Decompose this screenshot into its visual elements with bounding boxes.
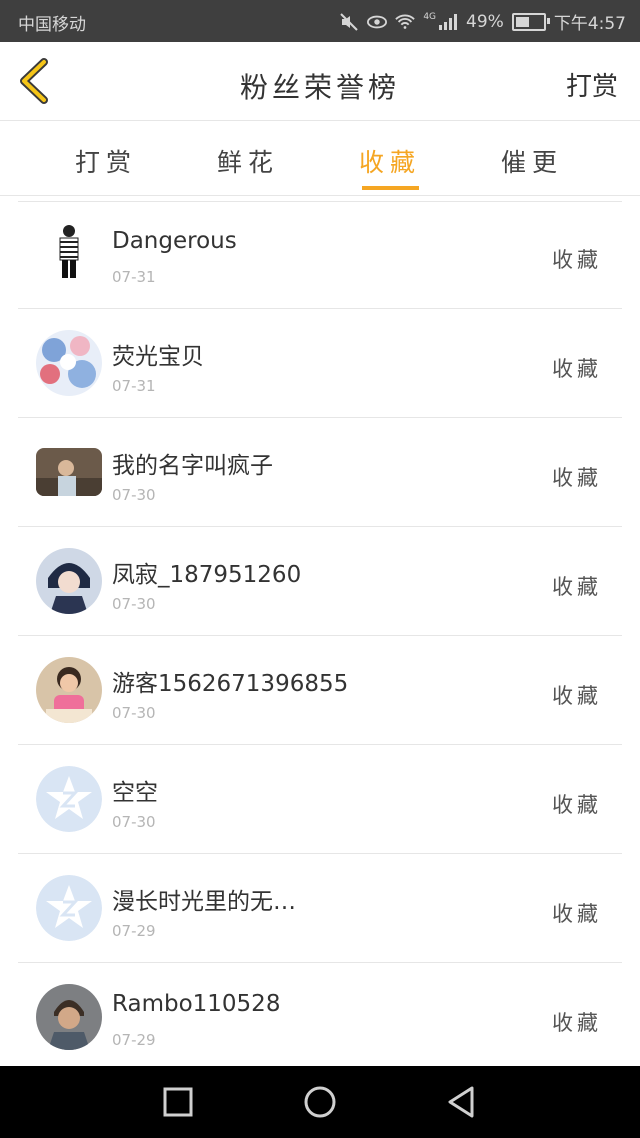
fan-name: 漫长时光里的无… bbox=[112, 889, 296, 915]
tab-flowers[interactable]: 鲜花 bbox=[188, 143, 308, 179]
home-icon bbox=[304, 1086, 336, 1118]
network-type-label: 4G bbox=[423, 11, 437, 22]
fan-name: 空空 bbox=[112, 780, 158, 806]
action-label: 收藏 bbox=[552, 684, 602, 708]
clock: 下午4:57 bbox=[553, 14, 626, 34]
fan-date: 07-30 bbox=[112, 813, 156, 831]
wifi-icon bbox=[395, 12, 416, 32]
page-title: 粉丝荣誉榜 bbox=[239, 71, 400, 104]
eye-icon bbox=[367, 12, 388, 32]
child-avatar bbox=[36, 657, 102, 723]
tab-urge-update[interactable]: 催更 bbox=[472, 143, 592, 179]
fan-name: Rambo110528 bbox=[112, 991, 281, 1017]
carrier-label: 中国移动 bbox=[18, 15, 86, 35]
list-item[interactable]: 漫长时光里的无… 07-29 收藏 bbox=[18, 854, 622, 963]
fan-name: 我的名字叫疯子 bbox=[112, 453, 273, 479]
tab-reward[interactable]: 打赏 bbox=[46, 143, 166, 179]
list-item[interactable]: 荧光宝贝 07-31 收藏 bbox=[18, 309, 622, 418]
signal-icon bbox=[438, 12, 458, 32]
system-back-button[interactable] bbox=[444, 1084, 480, 1120]
action-label: 收藏 bbox=[552, 575, 602, 599]
floral-avatar bbox=[36, 330, 102, 396]
figure-avatar bbox=[36, 221, 102, 287]
system-nav-bar bbox=[0, 1066, 640, 1138]
fan-name: 凤寂_187951260 bbox=[112, 562, 302, 588]
reward-button[interactable]: 打赏 bbox=[566, 66, 618, 103]
battery-percent: 49% bbox=[466, 11, 504, 32]
qq-default-avatar bbox=[36, 766, 102, 832]
fan-name: 游客1562671396855 bbox=[112, 671, 349, 697]
list-item[interactable]: Rambo110528 07-29 收藏 bbox=[18, 963, 622, 1071]
fan-date: 07-30 bbox=[112, 595, 156, 613]
fan-date: 07-30 bbox=[112, 486, 156, 504]
action-label: 收藏 bbox=[552, 902, 602, 926]
portrait-avatar bbox=[36, 984, 102, 1050]
fan-name: Dangerous bbox=[112, 228, 237, 254]
fan-list: Dangerous 07-31 收藏 荧光宝贝 07-31 收藏 我的名字叫疯子… bbox=[18, 200, 622, 1071]
status-bar: 中国移动 4G 49% 下午4:57 bbox=[0, 0, 640, 42]
battery-fill bbox=[515, 16, 529, 27]
recent-apps-button[interactable] bbox=[160, 1084, 196, 1120]
list-item[interactable]: 空空 07-30 收藏 bbox=[18, 745, 622, 854]
action-label: 收藏 bbox=[552, 357, 602, 381]
active-tab-indicator bbox=[362, 186, 419, 190]
fan-date: 07-29 bbox=[112, 1031, 156, 1049]
tab-bar: 打赏 鲜花 收藏 催更 bbox=[0, 121, 640, 196]
action-label: 收藏 bbox=[552, 793, 602, 817]
recent-apps-icon bbox=[163, 1087, 193, 1117]
page-header: 粉丝荣誉榜 打赏 bbox=[0, 42, 640, 121]
anime-avatar bbox=[36, 548, 102, 614]
battery-icon bbox=[511, 12, 550, 31]
action-label: 收藏 bbox=[552, 466, 602, 490]
fan-date: 07-31 bbox=[112, 377, 156, 395]
fan-name: 荧光宝贝 bbox=[112, 344, 204, 370]
list-item[interactable]: Dangerous 07-31 收藏 bbox=[18, 200, 622, 309]
mute-icon bbox=[339, 12, 359, 32]
status-icons: 4G 49% 下午4:57 bbox=[339, 9, 626, 34]
photo-avatar bbox=[36, 448, 102, 496]
list-item[interactable]: 游客1562671396855 07-30 收藏 bbox=[18, 636, 622, 745]
fan-date: 07-30 bbox=[112, 704, 156, 722]
list-item[interactable]: 凤寂_187951260 07-30 收藏 bbox=[18, 527, 622, 636]
home-button[interactable] bbox=[302, 1084, 338, 1120]
tab-favorites[interactable]: 收藏 bbox=[330, 143, 450, 179]
back-icon bbox=[448, 1086, 474, 1118]
fan-date: 07-31 bbox=[112, 268, 156, 286]
fan-date: 07-29 bbox=[112, 922, 156, 940]
action-label: 收藏 bbox=[552, 248, 602, 272]
list-item[interactable]: 我的名字叫疯子 07-30 收藏 bbox=[18, 418, 622, 527]
qq-default-avatar bbox=[36, 875, 102, 941]
action-label: 收藏 bbox=[552, 1011, 602, 1035]
